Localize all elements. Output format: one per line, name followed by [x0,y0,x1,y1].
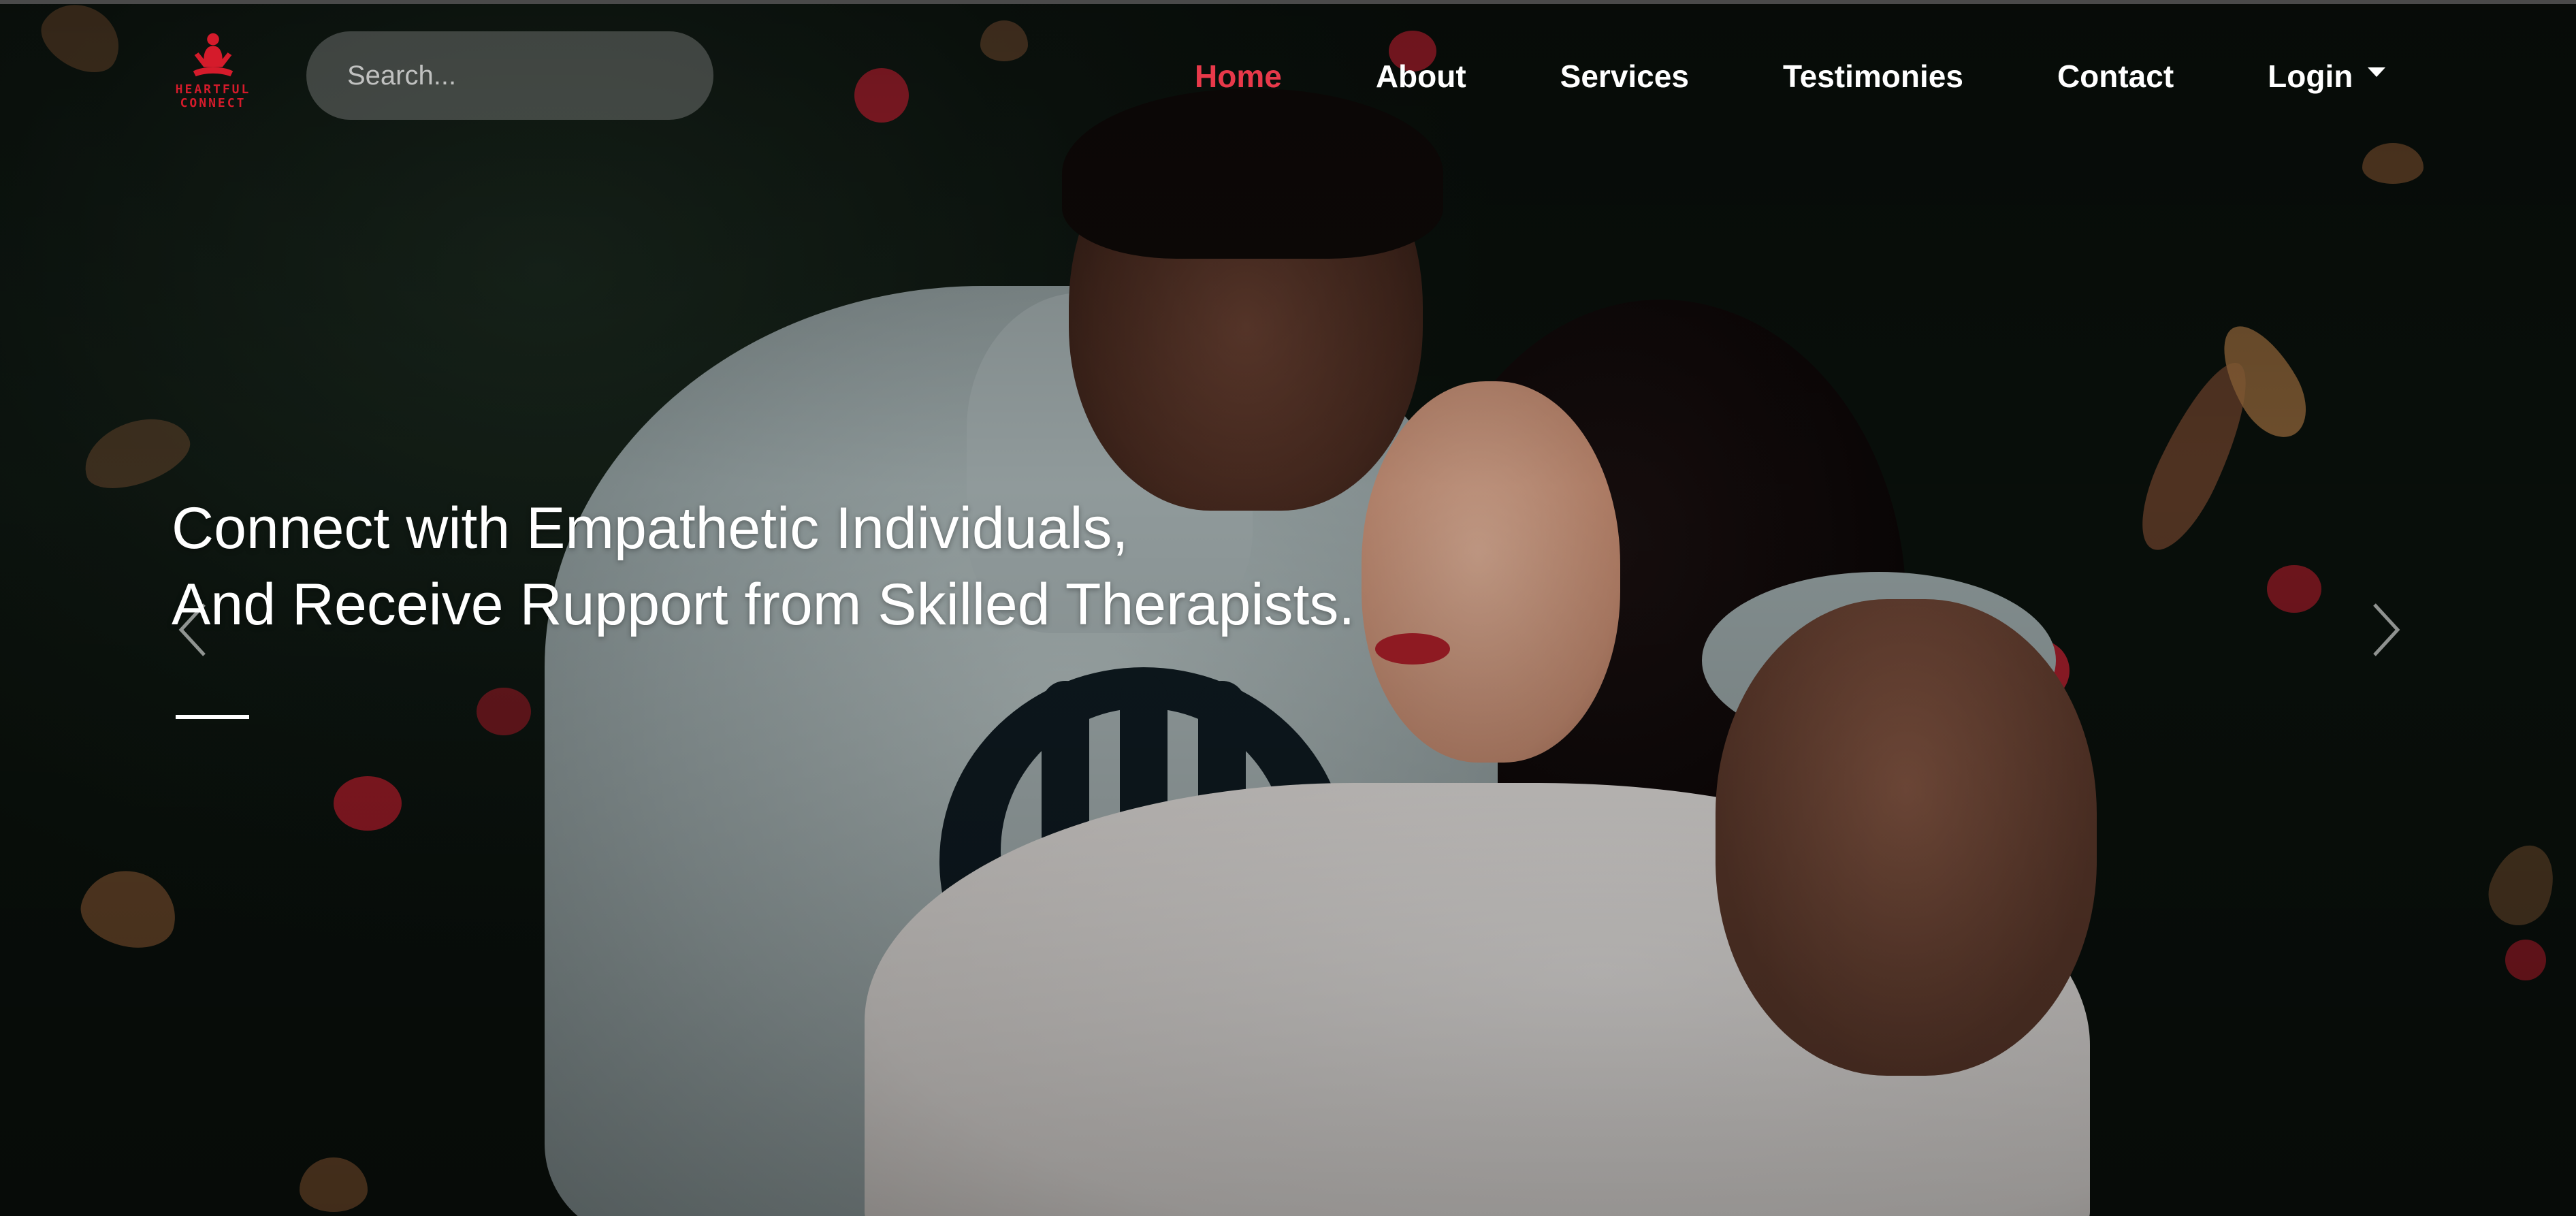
search-input[interactable] [346,59,699,92]
nav-home[interactable]: Home [1195,58,1282,95]
top-border [0,0,2576,4]
hero-headline-line2: And Receive Rupport from Skilled Therapi… [172,572,1355,637]
nav-contact[interactable]: Contact [2057,58,2174,95]
carousel-prev-button[interactable] [169,592,216,667]
nav-login-label: Login [2268,59,2353,94]
chevron-left-icon [178,603,206,656]
headline-underline [176,715,249,719]
meditation-figure-icon [193,33,234,77]
brand-logo[interactable]: HEARTFUL CONNECT [176,30,251,118]
caret-down-icon [2368,67,2386,77]
hero-carousel: HEARTFUL CONNECT Home About Services Tes… [0,0,2576,1216]
nav-services[interactable]: Services [1560,58,1689,95]
nav-testimonies[interactable]: Testimonies [1783,58,1963,95]
main-nav: Home About Services Testimonies Contact … [1195,49,2386,103]
chevron-right-icon [2373,603,2400,656]
nav-login-dropdown[interactable]: Login [2268,58,2386,95]
carousel-next-button[interactable] [2362,592,2410,667]
brand-name-line2: CONNECT [180,96,246,110]
hero-headline-line1: Connect with Empathetic Individuals, [172,496,1129,561]
search-bar [306,31,713,120]
nav-about[interactable]: About [1376,58,1466,95]
hero-headline: Connect with Empathetic Individuals, And… [172,490,1465,643]
brand-name-line1: HEARTFUL [175,82,251,97]
